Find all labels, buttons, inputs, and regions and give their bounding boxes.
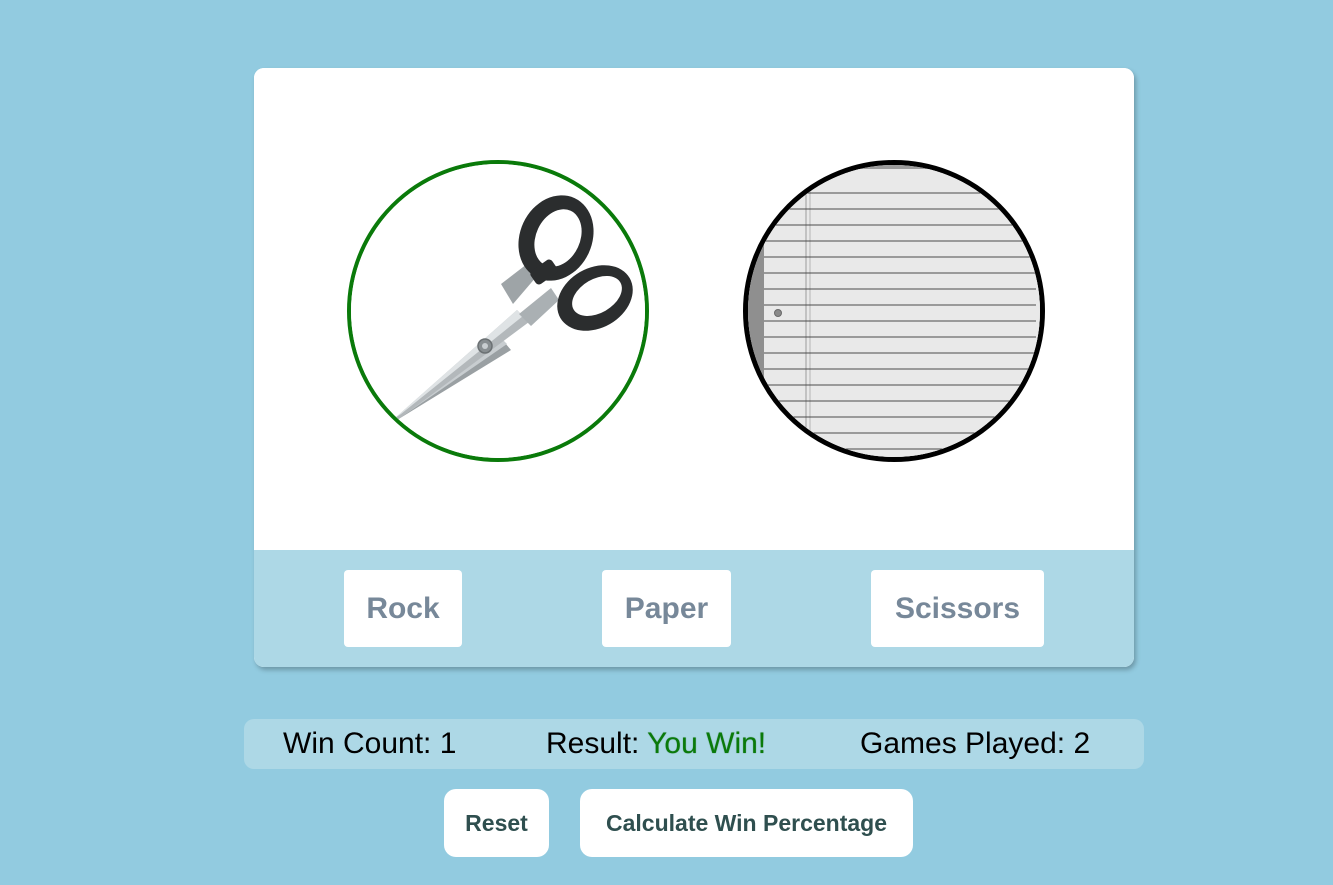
win-count-label: Win Count:: [283, 727, 432, 760]
paper-button[interactable]: Paper: [602, 570, 731, 647]
result: Result: You Win!: [546, 727, 766, 761]
rock-button[interactable]: Rock: [344, 570, 462, 647]
scissors-icon: [351, 164, 645, 458]
game-arena: [254, 68, 1134, 550]
scissors-button[interactable]: Scissors: [871, 570, 1044, 647]
win-count: Win Count: 1: [283, 727, 456, 761]
reset-button[interactable]: Reset: [444, 789, 549, 857]
win-count-value: 1: [439, 727, 457, 760]
result-label: Result:: [546, 727, 640, 760]
games-played-label: Games Played:: [860, 727, 1066, 760]
computer-choice: [743, 160, 1045, 462]
result-value: You Win!: [647, 727, 767, 760]
choice-button-bar: Rock Paper Scissors: [254, 550, 1134, 667]
calculate-win-percentage-button[interactable]: Calculate Win Percentage: [580, 789, 913, 857]
stats-bar: Win Count: 1 Result: You Win! Games Play…: [244, 719, 1144, 769]
paper-icon: [748, 165, 1040, 457]
game-card: Rock Paper Scissors: [254, 68, 1134, 667]
games-played: Games Played: 2: [860, 727, 1090, 761]
player-choice: [347, 160, 649, 462]
games-played-value: 2: [1073, 727, 1091, 760]
